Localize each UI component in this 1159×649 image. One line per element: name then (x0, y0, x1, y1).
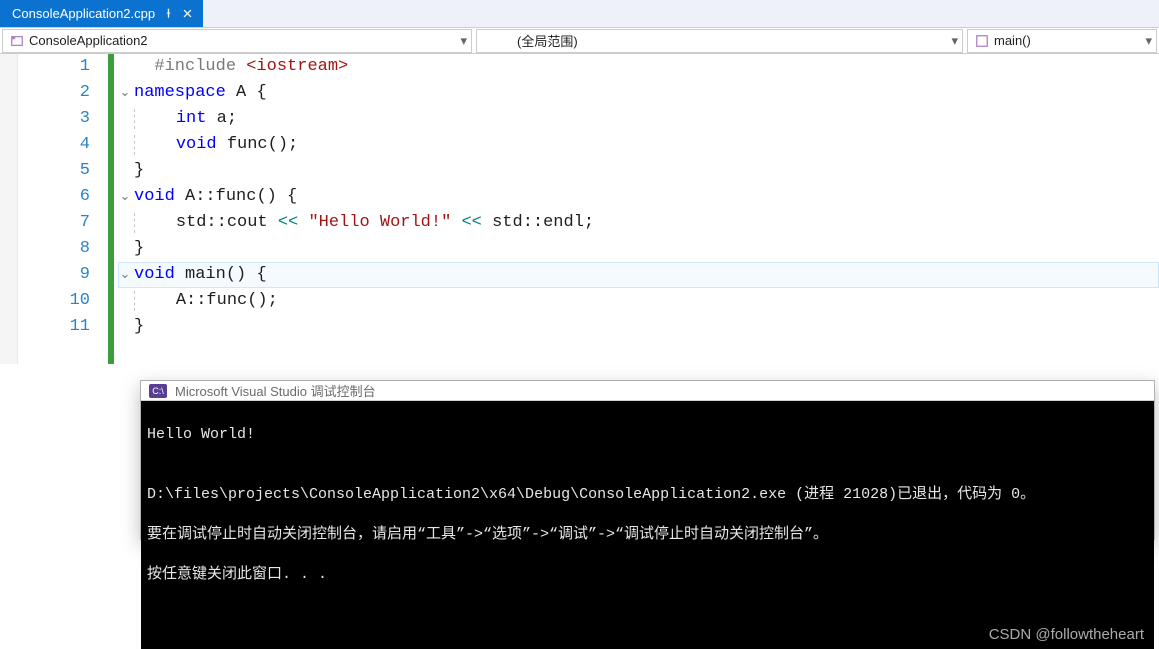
scope-global-combo[interactable]: (全局范围) ▾ (476, 29, 963, 53)
project-icon (9, 34, 25, 48)
code-line[interactable]: std :: cout << "Hello World!" << std :: … (118, 210, 1159, 236)
token-string: "Hello World!" (308, 210, 451, 236)
token-brace: { (287, 184, 297, 210)
token-scope: :: (195, 184, 215, 210)
token-identifier: endl (543, 210, 584, 236)
scope-project-combo[interactable]: ConsoleApplication2 ▾ (2, 29, 472, 53)
token-semicolon: ; (227, 106, 237, 132)
fold-toggle-icon[interactable]: ⌄ (118, 184, 132, 210)
console-app-icon: C:\ (149, 384, 167, 398)
code-line[interactable]: void func () ; (118, 132, 1159, 158)
code-line[interactable]: } (118, 314, 1159, 340)
token-paren: () (256, 184, 276, 210)
pin-icon[interactable] (163, 8, 174, 19)
breakpoint-margin[interactable] (0, 54, 18, 364)
line-number: 2 (18, 80, 90, 106)
tab-filename: ConsoleApplication2.cpp (12, 6, 155, 21)
token-operator: << (461, 210, 481, 236)
code-line[interactable]: } (118, 236, 1159, 262)
scope-function-label: main() (994, 33, 1031, 48)
code-editor[interactable]: 1 2 3 4 5 6 7 8 9 10 11 #include <iostre… (0, 54, 1159, 364)
function-icon (974, 34, 990, 48)
file-tab[interactable]: ConsoleApplication2.cpp (0, 0, 203, 27)
line-number: 7 (18, 210, 90, 236)
token-identifier: std (492, 210, 523, 236)
line-number: 9 (18, 262, 90, 288)
chevron-down-icon: ▾ (951, 33, 958, 49)
console-line: Hello World! (147, 425, 1148, 445)
scope-project-label: ConsoleApplication2 (29, 33, 148, 48)
token-brace: } (134, 158, 144, 184)
token-namespace: A (176, 288, 186, 314)
line-number: 11 (18, 314, 90, 340)
token-function: func (216, 184, 257, 210)
token-keyword: void (134, 184, 175, 210)
token-function: main (185, 262, 226, 288)
debug-console-window: C:\ Microsoft Visual Studio 调试控制台 Hello … (140, 380, 1155, 540)
token-identifier: std (176, 210, 207, 236)
console-titlebar[interactable]: C:\ Microsoft Visual Studio 调试控制台 (141, 381, 1154, 401)
line-number: 10 (18, 288, 90, 314)
nav-row: ConsoleApplication2 ▾ (全局范围) ▾ main() ▾ (0, 28, 1159, 54)
token-keyword: namespace (134, 80, 226, 106)
line-number: 5 (18, 158, 90, 184)
token-identifier: cout (227, 210, 268, 236)
code-line-current[interactable]: ⌄ void main () { (118, 262, 1159, 288)
console-line: 按任意键关闭此窗口. . . (147, 565, 1148, 585)
token-identifier: a (217, 106, 227, 132)
code-line[interactable]: ⌄ void A :: func () { (118, 184, 1159, 210)
token-keyword: void (176, 132, 217, 158)
code-line[interactable]: } (118, 158, 1159, 184)
line-number-gutter: 1 2 3 4 5 6 7 8 9 10 11 (18, 54, 108, 364)
line-number: 8 (18, 236, 90, 262)
token-function: func (227, 132, 268, 158)
scope-function-combo[interactable]: main() ▾ (967, 29, 1157, 53)
console-title-text: Microsoft Visual Studio 调试控制台 (175, 381, 376, 400)
code-line[interactable]: #include <iostream> (118, 54, 1159, 80)
line-number: 6 (18, 184, 90, 210)
token-name: A (236, 80, 246, 106)
token-paren: () (247, 288, 267, 314)
token-brace: } (134, 314, 144, 340)
code-area[interactable]: #include <iostream> ⌄ namespace A { int … (114, 54, 1159, 364)
token-brace: { (256, 262, 266, 288)
code-line[interactable]: ⌄ namespace A { (118, 80, 1159, 106)
token-keyword: int (176, 106, 207, 132)
fold-toggle-icon[interactable]: ⌄ (118, 262, 132, 288)
watermark-text: CSDN @followtheheart (989, 625, 1144, 645)
token-function: func (206, 288, 247, 314)
token-namespace: A (185, 184, 195, 210)
line-number: 1 (18, 54, 90, 80)
fold-toggle-icon[interactable]: ⌄ (118, 80, 132, 106)
line-number: 4 (18, 132, 90, 158)
line-number: 3 (18, 106, 90, 132)
token-scope: :: (186, 288, 206, 314)
token-include: <iostream> (246, 54, 348, 80)
token-keyword: void (134, 262, 175, 288)
token-paren: () (226, 262, 246, 288)
token-brace: { (256, 80, 266, 106)
chevron-down-icon: ▾ (460, 33, 467, 49)
token-paren: () (268, 132, 288, 158)
close-icon[interactable] (182, 8, 193, 19)
console-line: D:\files\projects\ConsoleApplication2\x6… (147, 485, 1148, 505)
token-brace: } (134, 236, 144, 262)
tab-bar: ConsoleApplication2.cpp (0, 0, 1159, 28)
token-operator: << (278, 210, 298, 236)
console-output[interactable]: Hello World! D:\files\projects\ConsoleAp… (141, 401, 1154, 649)
token-semicolon: ; (288, 132, 298, 158)
token-scope: :: (523, 210, 543, 236)
console-line: 要在调试停止时自动关闭控制台，请启用“工具”->“选项”->“调试”->“调试停… (147, 525, 1148, 545)
token-scope: :: (206, 210, 226, 236)
chevron-down-icon: ▾ (1145, 33, 1152, 49)
code-line[interactable]: int a ; (118, 106, 1159, 132)
code-line[interactable]: A :: func () ; (118, 288, 1159, 314)
token-semicolon: ; (268, 288, 278, 314)
scope-global-label: (全局范围) (517, 31, 578, 50)
token-preproc: #include (154, 54, 236, 80)
token-semicolon: ; (584, 210, 594, 236)
